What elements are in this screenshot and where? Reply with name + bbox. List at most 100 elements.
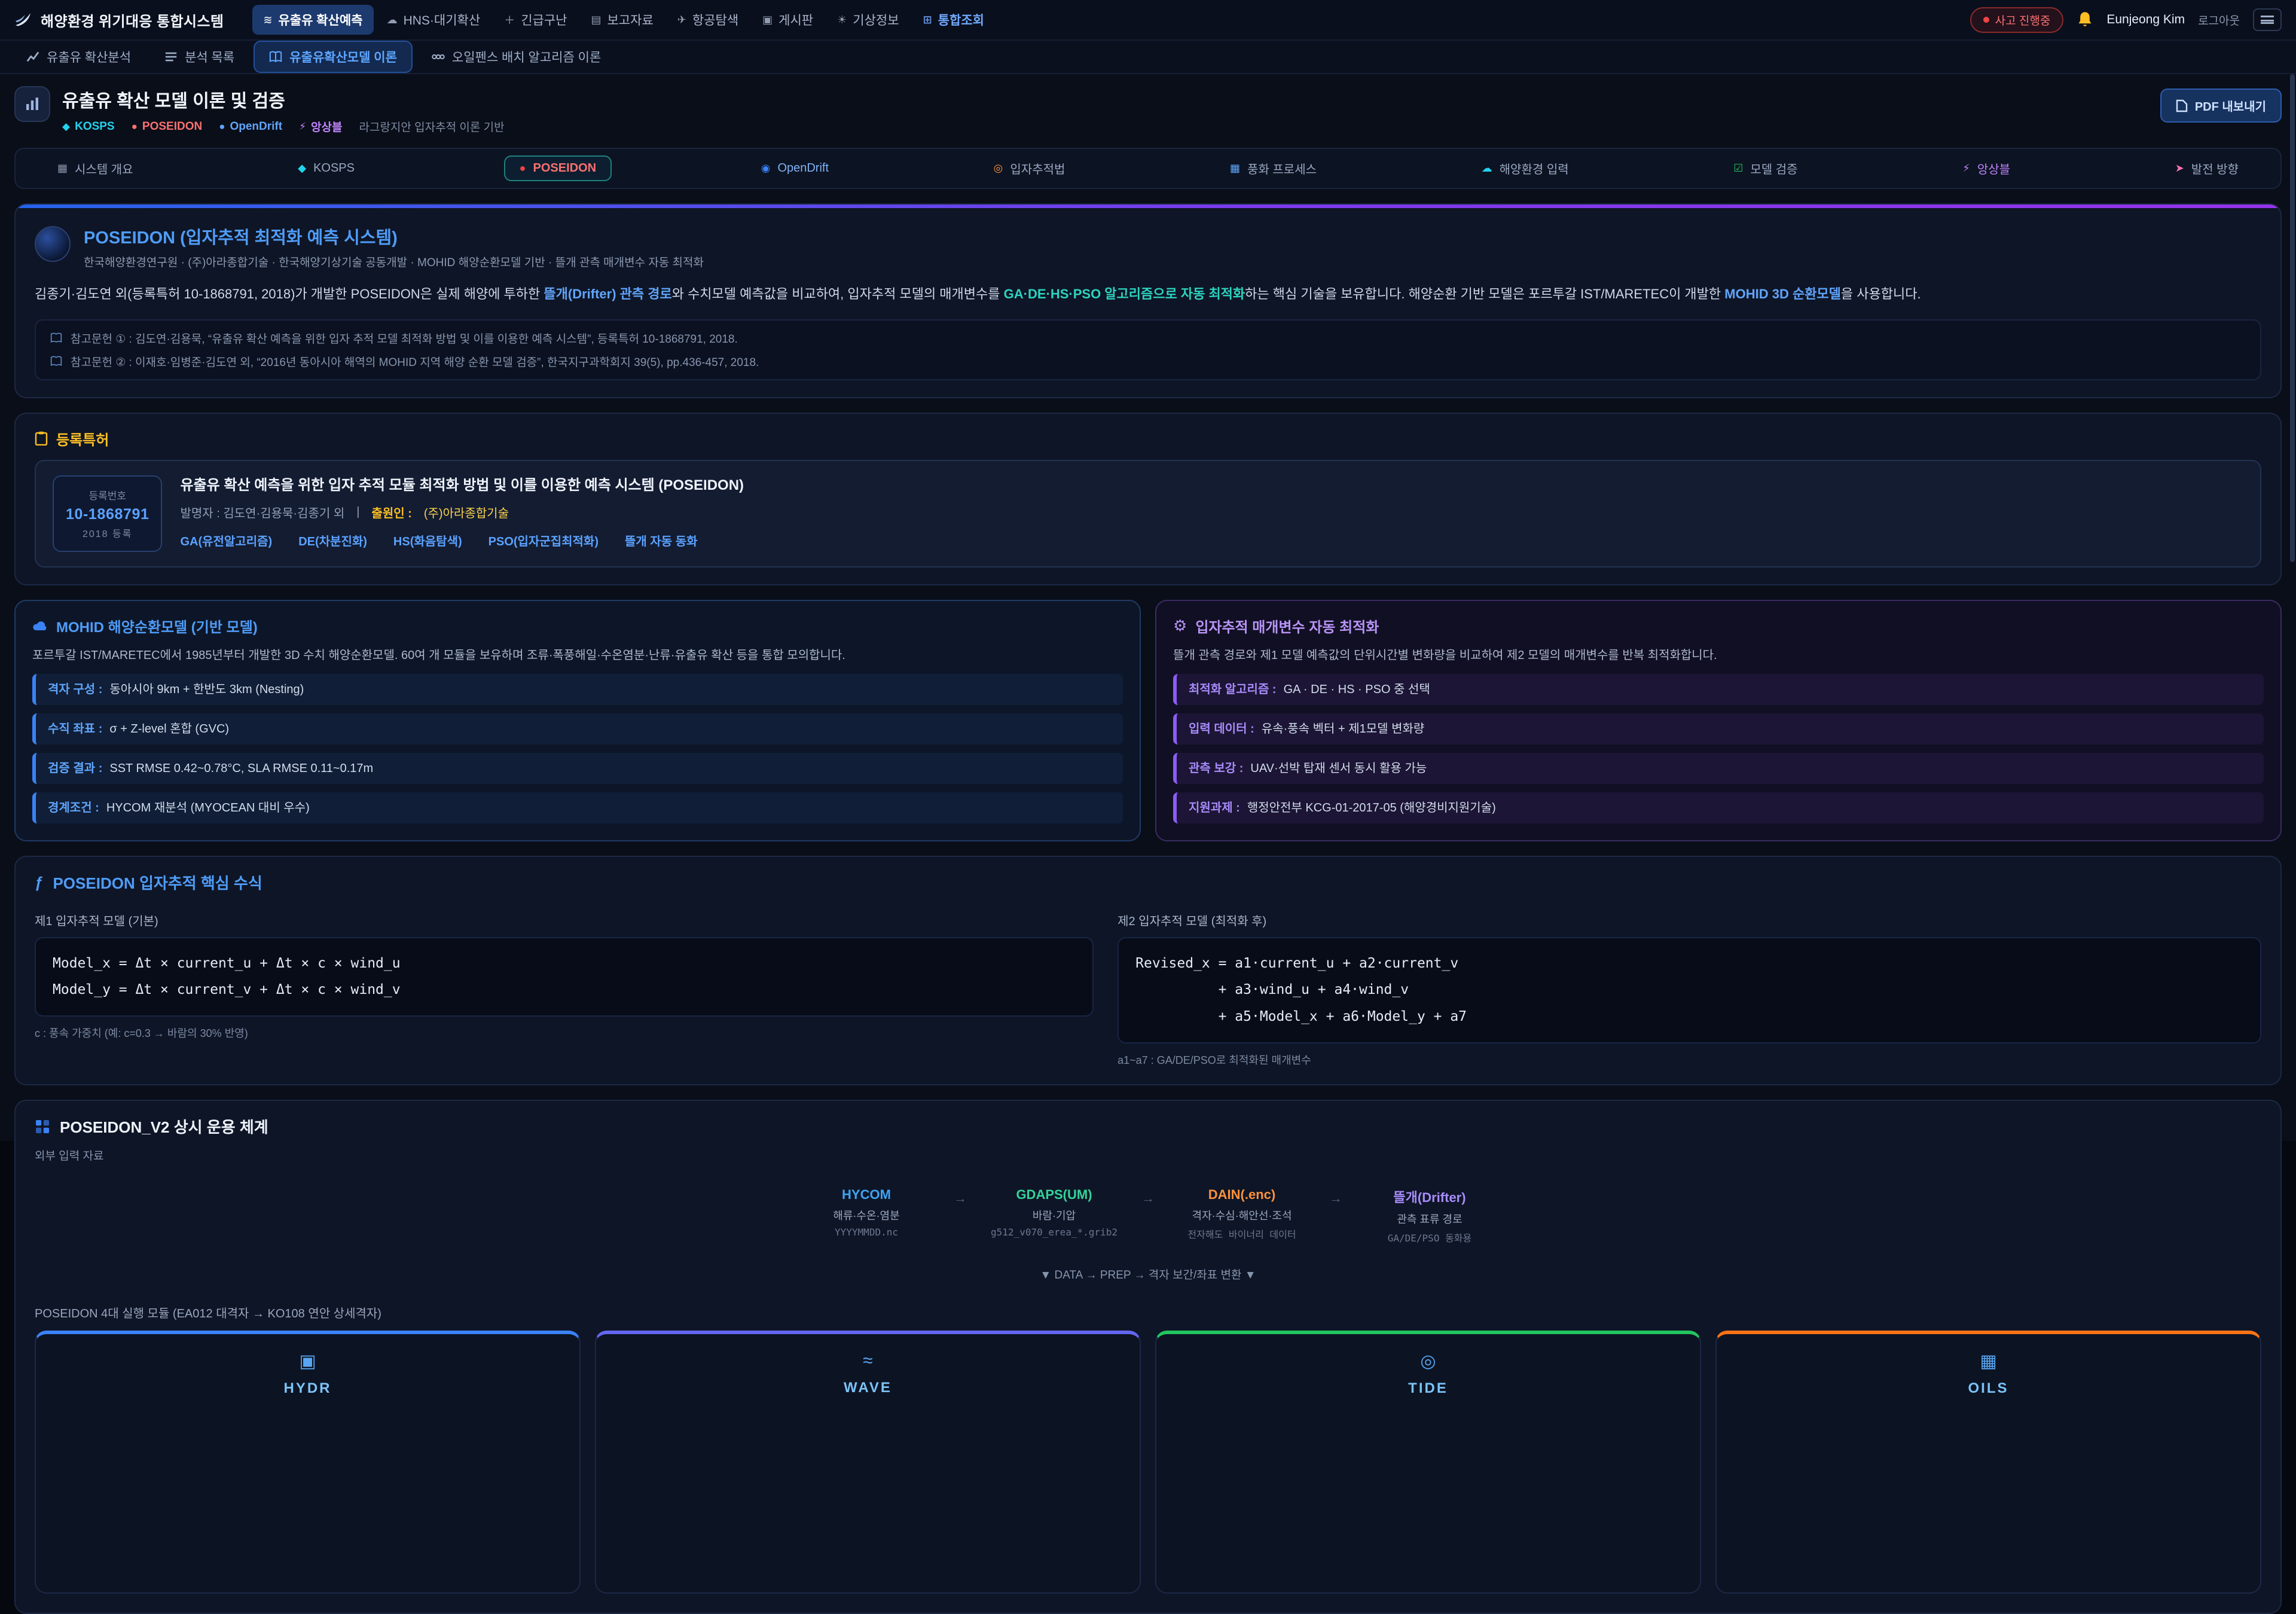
tab-analysis-list[interactable]: 분석 목록: [150, 42, 249, 72]
spec-label: 관측 보강 :: [1189, 760, 1243, 777]
tab-label: 유출유확산모델 이론: [289, 48, 397, 66]
nav-label: 항공탐색: [692, 11, 738, 29]
model2-code-block: Revised_x = a1·current_u + a2·current_v …: [1118, 937, 2261, 1044]
page-header: 유출유 확산 모델 이론 및 검증 ◆ KOSPS ● POSEIDON ● O…: [14, 86, 2282, 135]
tag-kosps: ◆ KOSPS: [62, 120, 115, 133]
nav-item-oil-spread[interactable]: ≋ 유출유 확산예측: [252, 5, 373, 35]
model-theory-book-icon: [269, 50, 282, 63]
tag-hs-link[interactable]: HS(화음탐색): [393, 532, 462, 549]
model-cards-row: MOHID 해양순환모델 (기반 모델) 포르투갈 IST/MARETEC에서 …: [14, 600, 2282, 841]
poseidon-orgline: 한국해양환경연구원 · (주)아라종합기술 · 한국해양기상기술 공동개발 · …: [84, 254, 704, 270]
section-tab-particle-tracking[interactable]: ◎ 입자추적법: [978, 154, 1081, 183]
nav-label: 보고자료: [607, 11, 653, 29]
reference-text: 참고문헌 ① : 김도연·김용묵, “유출유 확산 예측을 위한 입자 추적 모…: [71, 330, 738, 346]
formula-title: POSEIDON 입자추적 핵심 수식: [53, 871, 262, 893]
section-tab-label: 앙상블: [1977, 160, 2010, 177]
arrow-icon: →: [1141, 1191, 1155, 1206]
source-gdaps: GDAPS(UM) 바람·기압 g512_v070_erea_*.grib2: [984, 1187, 1125, 1238]
source-desc: 해류·수온·염분: [796, 1207, 937, 1223]
module-name: WAVE: [596, 1380, 1140, 1396]
section-tab-kosps[interactable]: ◆ KOSPS: [282, 155, 370, 181]
logout-button[interactable]: 로그아웃: [2198, 12, 2240, 28]
tag-label: POSEIDON: [142, 120, 202, 133]
tag-pso-link[interactable]: PSO(입자군집최적화): [488, 532, 599, 549]
brand[interactable]: 해양환경 위기대응 통합시스템: [14, 10, 224, 30]
nav-item-weather[interactable]: ☀ 기상정보: [826, 5, 909, 35]
poseidon-title: POSEIDON (입자추적 최적화 예측 시스템): [84, 224, 704, 249]
nav-item-integrated[interactable]: ⊞ 통합조회: [912, 5, 995, 35]
desc-highlight-drifter: 뜰개(Drifter) 관측 경로: [544, 286, 671, 301]
hamburger-menu-button[interactable]: [2253, 8, 2282, 31]
nav-label: 유출유 확산예측: [278, 11, 362, 29]
hns-diffusion-icon: ☁: [387, 14, 398, 26]
pdf-doc-icon: [2176, 99, 2188, 112]
model1-column: 제1 입자추적 모델 (기본) Model_x = Δt × current_u…: [35, 901, 1094, 1068]
reference-item: 참고문헌 ② : 이재호·임병준·김도연 외, “2016년 동아시아 해역의 …: [50, 353, 2246, 370]
nav-item-report[interactable]: ▤ 보고자료: [580, 5, 664, 35]
clipboard-icon: [35, 431, 48, 446]
function-icon: ƒ: [35, 873, 43, 892]
source-desc: 관측 표류 경로: [1359, 1211, 1500, 1226]
section-tab-poseidon[interactable]: ● POSEIDON: [504, 155, 612, 181]
grid-icon: ▦: [1230, 162, 1240, 175]
diamond-icon: ◆: [62, 121, 70, 133]
tag-drifter-link[interactable]: 뜰개 자동 동화: [625, 532, 698, 549]
nav-item-hns[interactable]: ☁ HNS·대기확산: [376, 5, 491, 35]
section-tab-ocean-input[interactable]: ☁ 해양환경 입력: [1466, 154, 1584, 183]
section-tab-validation[interactable]: ☑ 모델 검증: [1718, 154, 1813, 183]
patent-card: 등록특허 등록번호 10-1868791 2018 등록 유출유 확산 예측을 …: [14, 413, 2282, 585]
scrollbar-thumb[interactable]: [2290, 74, 2295, 562]
check-icon: ☑: [1733, 162, 1743, 175]
book-icon: [50, 355, 62, 367]
tab-oil-boom-theory[interactable]: 오일펜스 배치 알고리즘 이론: [417, 42, 615, 72]
module-wave[interactable]: ≈ WAVE: [595, 1331, 1141, 1594]
bolt-icon: ⚡: [299, 121, 306, 133]
tag-ga-link[interactable]: GA(유전알고리즘): [180, 532, 272, 549]
section-tab-future[interactable]: ➤ 발전 방향: [2160, 154, 2254, 183]
mohid-card-header: MOHID 해양순환모델 (기반 모델): [32, 615, 1123, 636]
source-name: HYCOM: [796, 1187, 937, 1203]
grid-icon: ▦: [57, 162, 68, 175]
section-tab-label: KOSPS: [313, 161, 355, 175]
spread-analysis-icon: [26, 50, 39, 63]
user-name: Eunjeong Kim: [2106, 13, 2185, 27]
section-tab-ensemble[interactable]: ⚡ 앙상블: [1947, 154, 2026, 183]
nav-item-rescue[interactable]: ＋ 긴급구난: [493, 5, 578, 35]
section-tab-label: 입자추적법: [1010, 160, 1065, 177]
topnav-right: 사고 진행중 Eunjeong Kim 로그아웃: [1970, 7, 2282, 33]
page-subtitle: 라그랑지안 입자추적 이론 기반: [359, 118, 504, 135]
spec-value: SST RMSE 0.42~0.78°C, SLA RMSE 0.11~0.17…: [109, 760, 373, 777]
wave-icon: ≈: [596, 1351, 1140, 1371]
tab-model-theory[interactable]: 유출유확산모델 이론: [254, 41, 413, 73]
tab-spread-analysis[interactable]: 유출유 확산분석: [12, 42, 145, 72]
module-tide[interactable]: ◎ TIDE: [1155, 1331, 1701, 1594]
page-title: 유출유 확산 모델 이론 및 검증: [62, 86, 505, 112]
module-name: TIDE: [1156, 1380, 1700, 1397]
nav-item-board[interactable]: ▣ 게시판: [752, 5, 824, 35]
tag-label: KOSPS: [75, 120, 115, 133]
spec-label: 검증 결과 :: [48, 760, 102, 777]
module-hydr[interactable]: ▣ HYDR: [35, 1331, 581, 1594]
module-oils[interactable]: ▦ OILS: [1715, 1331, 2261, 1594]
poseidon-header: POSEIDON (입자추적 최적화 예측 시스템) 한국해양환경연구원 · (…: [35, 224, 2261, 270]
notification-bell-icon[interactable]: [2077, 11, 2093, 29]
patent-inventors: 발명자 : 김도연·김용묵·김종기 외: [180, 504, 344, 521]
section-tab-opendrift[interactable]: ◉ OpenDrift: [746, 155, 844, 181]
section-tab-weathering[interactable]: ▦ 풍화 프로세스: [1214, 154, 1332, 183]
hydro-icon: ▣: [36, 1351, 579, 1372]
nav-item-aerial[interactable]: ✈ 항공탐색: [667, 5, 749, 35]
pdf-export-button[interactable]: PDF 내보내기: [2160, 89, 2282, 123]
model2-column: 제2 입자추적 모델 (최적화 후) Revised_x = a1·curren…: [1118, 901, 2261, 1068]
registration-number: 10-1868791: [66, 506, 149, 523]
section-tab-overview[interactable]: ▦ 시스템 개요: [42, 154, 149, 183]
tag-de-link[interactable]: DE(차분진화): [298, 532, 367, 549]
spec-row: 수직 좌표 : σ + Z-level 혼합 (GVC): [32, 713, 1123, 745]
code-line: + a3·wind_u + a4·wind_v: [1135, 977, 2243, 1003]
spec-value: GA · DE · HS · PSO 중 선택: [1284, 681, 1430, 698]
rocket-icon: ➤: [2175, 162, 2184, 175]
incident-status-badge[interactable]: 사고 진행중: [1970, 7, 2064, 33]
section-tab-label: 시스템 개요: [75, 160, 133, 177]
arrow-icon: →: [1329, 1191, 1342, 1206]
code-line: Revised_x = a1·current_u + a2·current_v: [1135, 950, 2243, 977]
patent-info: 유출유 확산 예측을 위한 입자 추적 모듈 최적화 방법 및 이를 이용한 예…: [180, 475, 744, 550]
